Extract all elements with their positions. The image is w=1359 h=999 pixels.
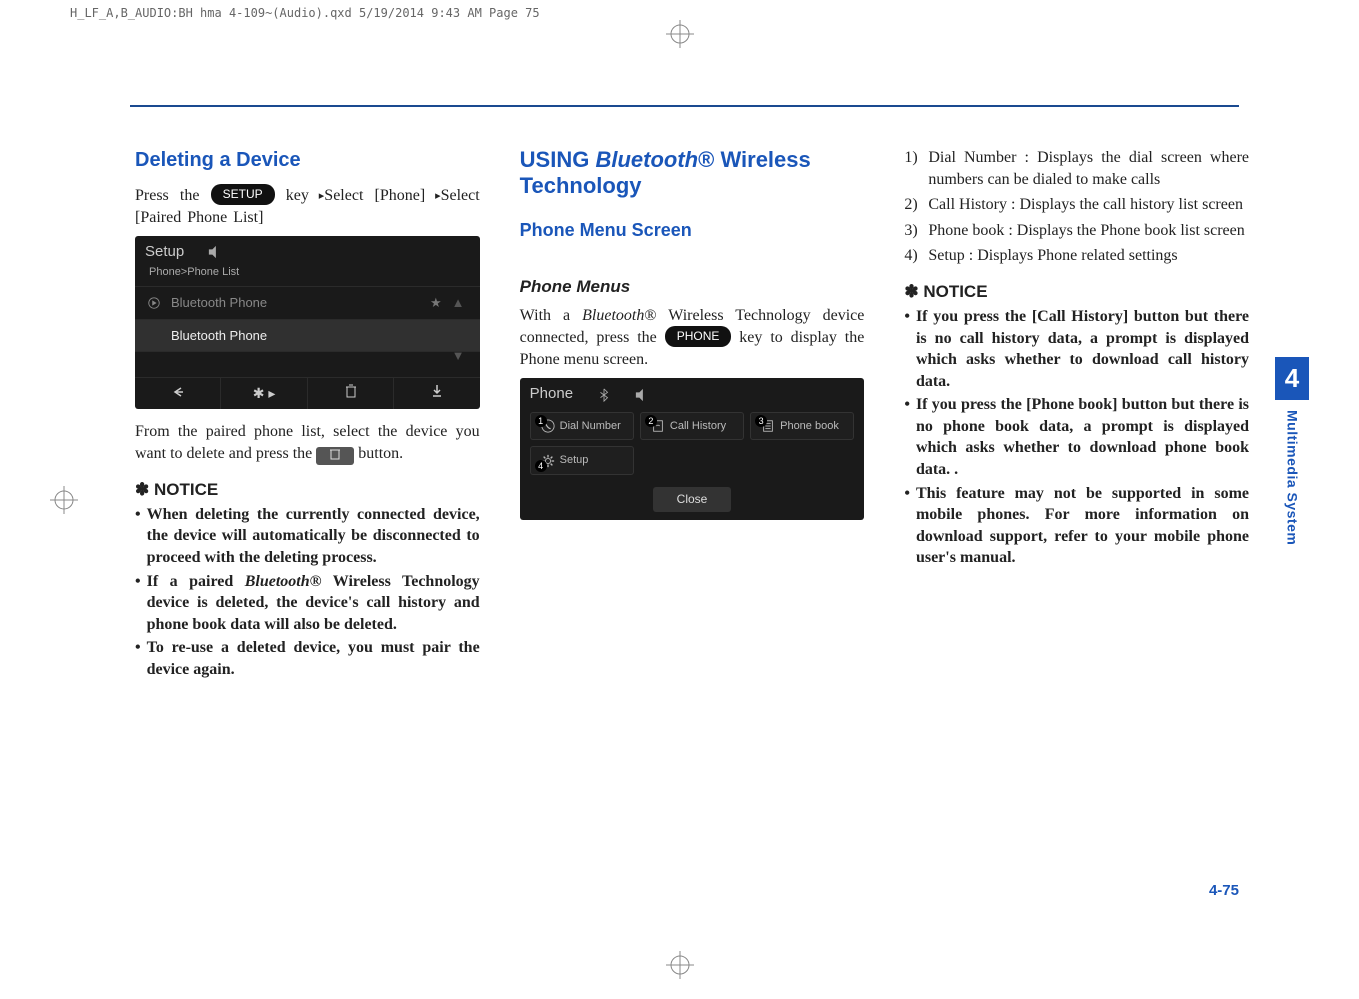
heading-phone-menus: Phone Menus [520, 276, 865, 299]
row-label: Bluetooth Phone [171, 327, 267, 345]
up-arrow-icon: ▲ [452, 294, 468, 312]
back-icon [171, 386, 185, 398]
heading-phone-menu-screen: Phone Menu Screen [520, 218, 865, 242]
notice-item: When deleting the currently connected de… [135, 504, 480, 569]
screen-footer: ✱ ▸ [135, 377, 480, 409]
text: key [275, 187, 309, 204]
heading-deleting-device: Deleting a Device [135, 147, 480, 174]
speaker-icon [635, 388, 649, 402]
chapter-number: 4 [1275, 357, 1309, 400]
phone-list-row-active: Bluetooth Phone ▼ [135, 319, 480, 352]
list-item: 1)Dial Number : Displays the dial screen… [904, 147, 1249, 190]
notice-item: If a paired Bluetooth® Wireless Technolo… [135, 571, 480, 636]
list-item: 3)Phone book : Displays the Phone book l… [904, 220, 1249, 242]
badge-4: 4 [535, 460, 547, 472]
phone-menu-para: With a Bluetooth® Wireless Technology de… [520, 305, 865, 371]
star-icon: ★ [430, 294, 442, 312]
chapter-label: Multimedia System [1283, 410, 1302, 545]
setup-key: SETUP [211, 184, 275, 205]
speaker-icon [208, 245, 222, 259]
setup-screenshot: Setup Phone>Phone List Bluetooth Phone ★… [135, 236, 480, 409]
trash-icon [345, 384, 357, 398]
notice-item: If you press the [Phone book] button but… [904, 394, 1249, 480]
instruction-select-delete: From the paired phone list, select the d… [135, 421, 480, 465]
setup-cell: 4 Setup [530, 446, 634, 475]
list-item: 4)Setup : Displays Phone related setting… [904, 245, 1249, 267]
phone-screenshot: Phone 1 Dial Number 2 Call History 3 [520, 378, 865, 519]
cell-label: Dial Number [560, 419, 621, 434]
screen-title: Setup [145, 242, 184, 262]
menu-description-list: 1)Dial Number : Displays the dial screen… [904, 147, 1249, 267]
page-body: Deleting a Device Press the SETUP key Sel… [0, 107, 1359, 683]
column-1: Deleting a Device Press the SETUP key Sel… [135, 147, 480, 683]
notice-item: This feature may not be supported in som… [904, 483, 1249, 569]
dial-number-cell: 1 Dial Number [530, 412, 634, 441]
notice-item: If you press the [Call History] button b… [904, 306, 1249, 392]
text: From the paired phone list, select the d… [135, 423, 480, 462]
notice-heading: NOTICE [904, 281, 1249, 304]
bluetooth-button: ✱ ▸ [221, 378, 307, 409]
trash-button-inline [316, 447, 354, 465]
close-button: Close [653, 487, 732, 511]
down-arrow-icon: ▼ [452, 347, 468, 365]
breadcrumb: Phone>Phone List [135, 265, 480, 286]
badge-1: 1 [535, 415, 547, 427]
column-2: USING Bluetooth® Wireless Technology Pho… [520, 147, 865, 683]
notice-list: If you press the [Call History] button b… [904, 306, 1249, 569]
notice-item: To re-use a deleted device, you must pai… [135, 637, 480, 680]
bluetooth-icon [597, 388, 611, 402]
crop-mark-bottom [666, 951, 694, 979]
arrow-icon [309, 187, 324, 204]
row-label: Bluetooth Phone [171, 294, 267, 312]
page-number: 4-75 [1209, 882, 1239, 899]
badge-3: 3 [755, 415, 767, 427]
download-icon [431, 384, 443, 398]
back-button [135, 378, 221, 409]
play-circle-icon [147, 296, 161, 310]
text: Press the [135, 187, 211, 204]
call-history-cell: 2 Call History [640, 412, 744, 441]
delete-button [308, 378, 394, 409]
download-button [394, 378, 479, 409]
cell-label: Phone book [780, 419, 839, 434]
arrow-icon [425, 187, 440, 204]
instruction-press-setup: Press the SETUP keySelect [Phone]Select … [135, 184, 480, 228]
badge-2: 2 [645, 415, 657, 427]
heading-using-bluetooth: USING Bluetooth® Wireless Technology [520, 147, 865, 200]
phone-list-row-empty [135, 351, 480, 377]
notice-heading: NOTICE [135, 479, 480, 502]
phone-key: PHONE [665, 326, 732, 347]
screen-title: Phone [530, 384, 573, 404]
crop-mark-top [666, 20, 694, 48]
text: Select [Phone] [324, 187, 425, 204]
trash-icon [330, 448, 340, 460]
list-item: 2)Call History : Displays the call histo… [904, 194, 1249, 216]
print-header: H_LF_A,B_AUDIO:BH hma 4-109~(Audio).qxd … [0, 0, 1359, 20]
side-tab: 4 Multimedia System [1275, 357, 1309, 545]
cell-label: Call History [670, 419, 726, 434]
notice-list: When deleting the currently connected de… [135, 504, 480, 681]
phone-list-row: Bluetooth Phone ★ ▲ [135, 286, 480, 319]
column-3: 1)Dial Number : Displays the dial screen… [904, 147, 1249, 683]
text: button. [354, 445, 403, 462]
cell-label: Setup [560, 453, 589, 468]
phone-book-cell: 3 Phone book [750, 412, 854, 441]
